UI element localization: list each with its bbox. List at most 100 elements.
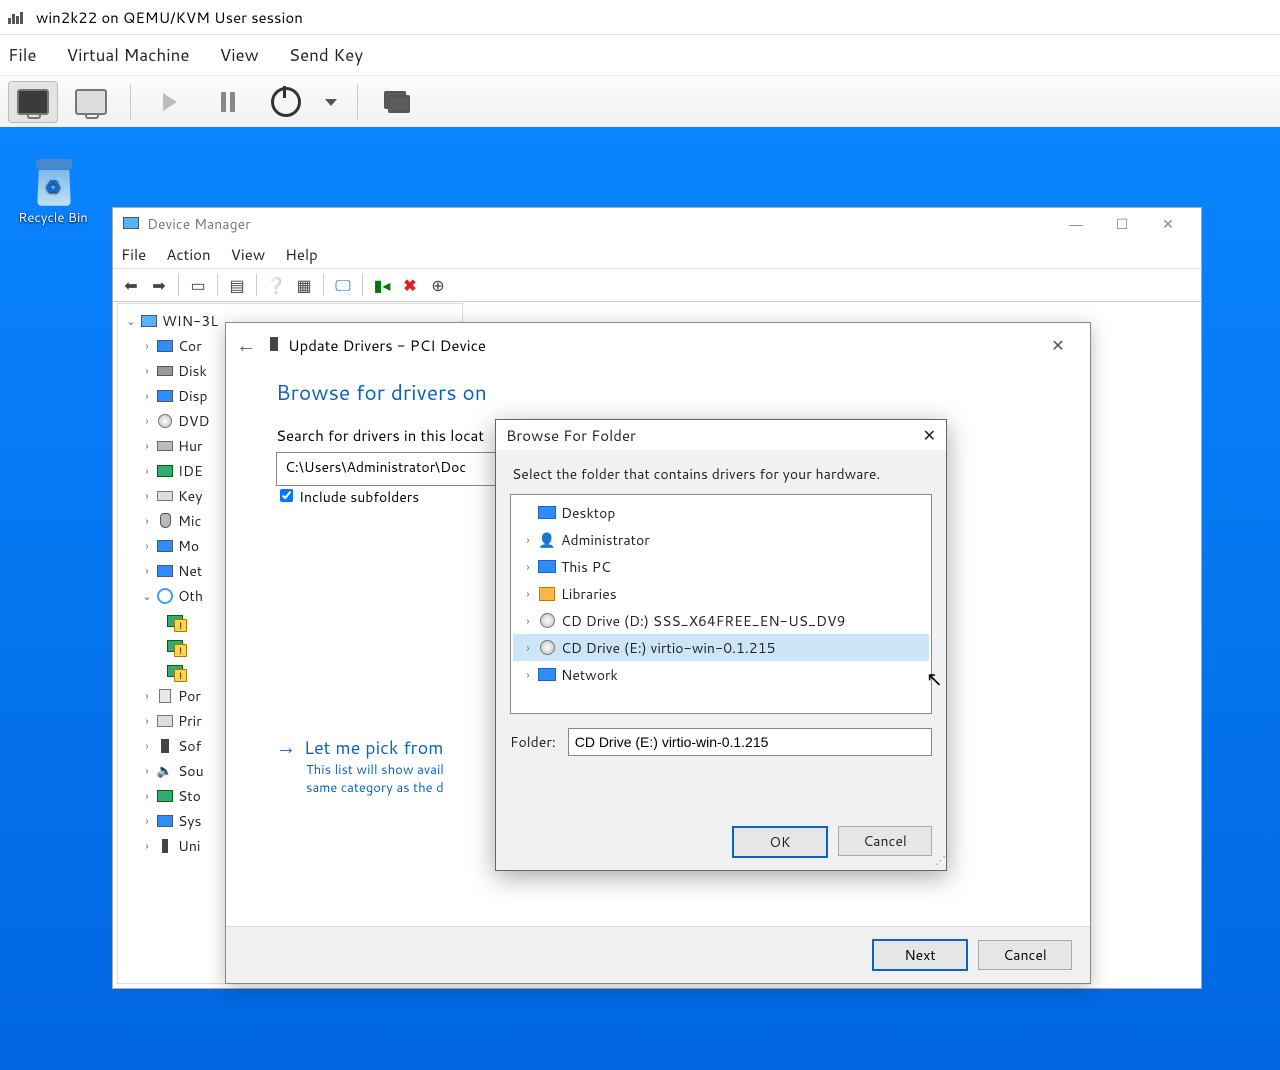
properties-icon[interactable]: ▤ <box>225 273 249 297</box>
vmm-menu-view[interactable]: View <box>220 43 259 67</box>
folder-icon <box>537 531 557 549</box>
devmgr-menu-file[interactable]: File <box>121 244 146 265</box>
device-category-icon <box>156 438 174 454</box>
device-category-icon <box>156 813 174 829</box>
recycle-bin-label: Recycle Bin <box>14 209 92 227</box>
forward-icon[interactable]: ➡ <box>147 273 171 297</box>
folder-tree-item[interactable]: ›CD Drive (E:) virtio-win-0.1.215 <box>513 634 929 661</box>
details-button[interactable] <box>66 81 116 123</box>
wizard-title: Update Drivers - PCI Device <box>288 335 486 356</box>
devmgr-titlebar[interactable]: Device Manager — ☐ ✕ <box>113 208 1201 240</box>
devmgr-menu-action[interactable]: Action <box>166 244 210 265</box>
vmm-menu-send-key[interactable]: Send Key <box>289 43 363 67</box>
devmgr-title-icon <box>123 214 139 234</box>
scan-icon[interactable]: ▦ <box>292 273 316 297</box>
power-icon <box>271 87 301 117</box>
update-driver-icon[interactable]: 🖵 <box>331 273 355 297</box>
back-icon[interactable]: ⬅ <box>119 273 143 297</box>
vmm-title-text: win2k22 on QEMU/KVM User session <box>36 7 303 28</box>
folder-tree-item[interactable]: ›Administrator <box>513 526 929 553</box>
pci-warn-icon <box>166 613 184 629</box>
bff-cancel-button[interactable]: Cancel <box>838 826 932 856</box>
close-button[interactable]: ✕ <box>1145 208 1191 240</box>
monitor-icon <box>17 89 49 115</box>
wizard-footer: Next Cancel <box>226 926 1090 983</box>
vmm-menu-file[interactable]: File <box>8 43 37 67</box>
minimize-button[interactable]: — <box>1053 208 1099 240</box>
computer-icon <box>140 313 158 329</box>
wizard-heading: Browse for drivers on <box>226 367 1090 417</box>
device-category-icon <box>156 513 174 529</box>
wizard-close-button[interactable]: ✕ <box>1036 334 1080 357</box>
pause-icon <box>221 92 235 112</box>
device-category-icon <box>156 838 174 854</box>
include-subfolders-checkbox[interactable]: Include subfolders <box>276 487 419 507</box>
vmm-menu-virtual-machine[interactable]: Virtual Machine <box>67 43 190 67</box>
folder-tree-item[interactable]: ›Libraries <box>513 580 929 607</box>
browse-for-folder-dialog: Browse For Folder ✕ Select the folder th… <box>495 419 947 871</box>
enable-icon[interactable]: ▮◂ <box>370 273 394 297</box>
console-button[interactable] <box>8 81 58 123</box>
show-hidden-icon[interactable]: ▭ <box>186 273 210 297</box>
vmm-menubar: File Virtual Machine View Send Key <box>0 35 1280 75</box>
folder-icon <box>537 639 557 657</box>
folder-tree-item[interactable]: ›This PC <box>513 553 929 580</box>
cancel-button[interactable]: Cancel <box>978 940 1072 970</box>
wizard-back-button[interactable]: ← <box>236 331 256 359</box>
device-category-icon <box>156 363 174 379</box>
device-category-icon <box>156 388 174 404</box>
folder-icon <box>537 585 557 603</box>
devmgr-menu-help[interactable]: Help <box>285 244 318 265</box>
folder-tree-item[interactable]: ›Network <box>513 661 929 688</box>
guest-desktop[interactable]: ♻ Recycle Bin Device Manager — ☐ ✕ File … <box>0 127 1280 1070</box>
folder-tree[interactable]: Desktop›Administrator›This PC›Libraries›… <box>510 494 932 714</box>
device-category-icon <box>156 338 174 354</box>
device-category-icon <box>156 538 174 554</box>
ok-button[interactable]: OK <box>732 826 828 858</box>
maximize-button[interactable]: ☐ <box>1099 208 1145 240</box>
device-category-icon <box>156 413 174 429</box>
folder-icon <box>537 558 557 576</box>
device-category-icon <box>156 488 174 504</box>
folder-input[interactable] <box>568 728 932 756</box>
run-button[interactable] <box>145 81 195 123</box>
next-button[interactable]: Next <box>872 939 968 971</box>
device-icon <box>270 335 278 356</box>
device-category-icon <box>156 463 174 479</box>
play-icon <box>163 93 177 111</box>
bff-instruction: Select the folder that contains drivers … <box>496 450 946 494</box>
folder-label: Folder: <box>510 732 556 752</box>
recycle-bin-icon[interactable]: ♻ Recycle Bin <box>14 157 92 227</box>
bin-icon: ♻ <box>31 157 75 205</box>
help-icon[interactable]: ❔ <box>264 273 288 297</box>
folder-icon <box>537 612 557 630</box>
other-devices-icon <box>156 588 174 604</box>
shutdown-button[interactable] <box>261 81 311 123</box>
folder-icon <box>537 666 557 684</box>
device-category-icon <box>156 788 174 804</box>
folder-icon <box>537 504 557 522</box>
vmm-titlebar: win2k22 on QEMU/KVM User session <box>0 0 1280 35</box>
pause-button[interactable] <box>203 81 253 123</box>
pci-warn-icon <box>166 663 184 679</box>
pci-warn-icon <box>166 638 184 654</box>
scan-hardware-icon[interactable]: ⊕ <box>426 273 450 297</box>
uninstall-icon[interactable]: ✖ <box>398 273 422 297</box>
devmgr-menu-view[interactable]: View <box>231 244 266 265</box>
folder-tree-item[interactable]: ›CD Drive (D:) SSS_X64FREE_EN-US_DV9 <box>513 607 929 634</box>
devmgr-menubar: File Action View Help <box>113 240 1201 268</box>
device-category-icon <box>156 688 174 704</box>
devmgr-title-text: Device Manager <box>147 214 251 234</box>
bff-title: Browse For Folder <box>506 425 636 446</box>
toolbar-separator <box>357 84 358 120</box>
device-category-icon <box>156 563 174 579</box>
resize-grip[interactable]: ⋰ <box>935 852 944 868</box>
vmm-logo-icon <box>8 10 28 24</box>
folder-tree-item[interactable]: Desktop <box>513 499 929 526</box>
bff-titlebar[interactable]: Browse For Folder ✕ <box>496 420 946 450</box>
monitor-off-icon <box>75 89 107 115</box>
bff-close-button[interactable]: ✕ <box>923 424 936 447</box>
device-category-icon <box>156 738 174 754</box>
fullscreen-button[interactable] <box>372 81 422 123</box>
shutdown-menu-button[interactable] <box>319 81 343 123</box>
